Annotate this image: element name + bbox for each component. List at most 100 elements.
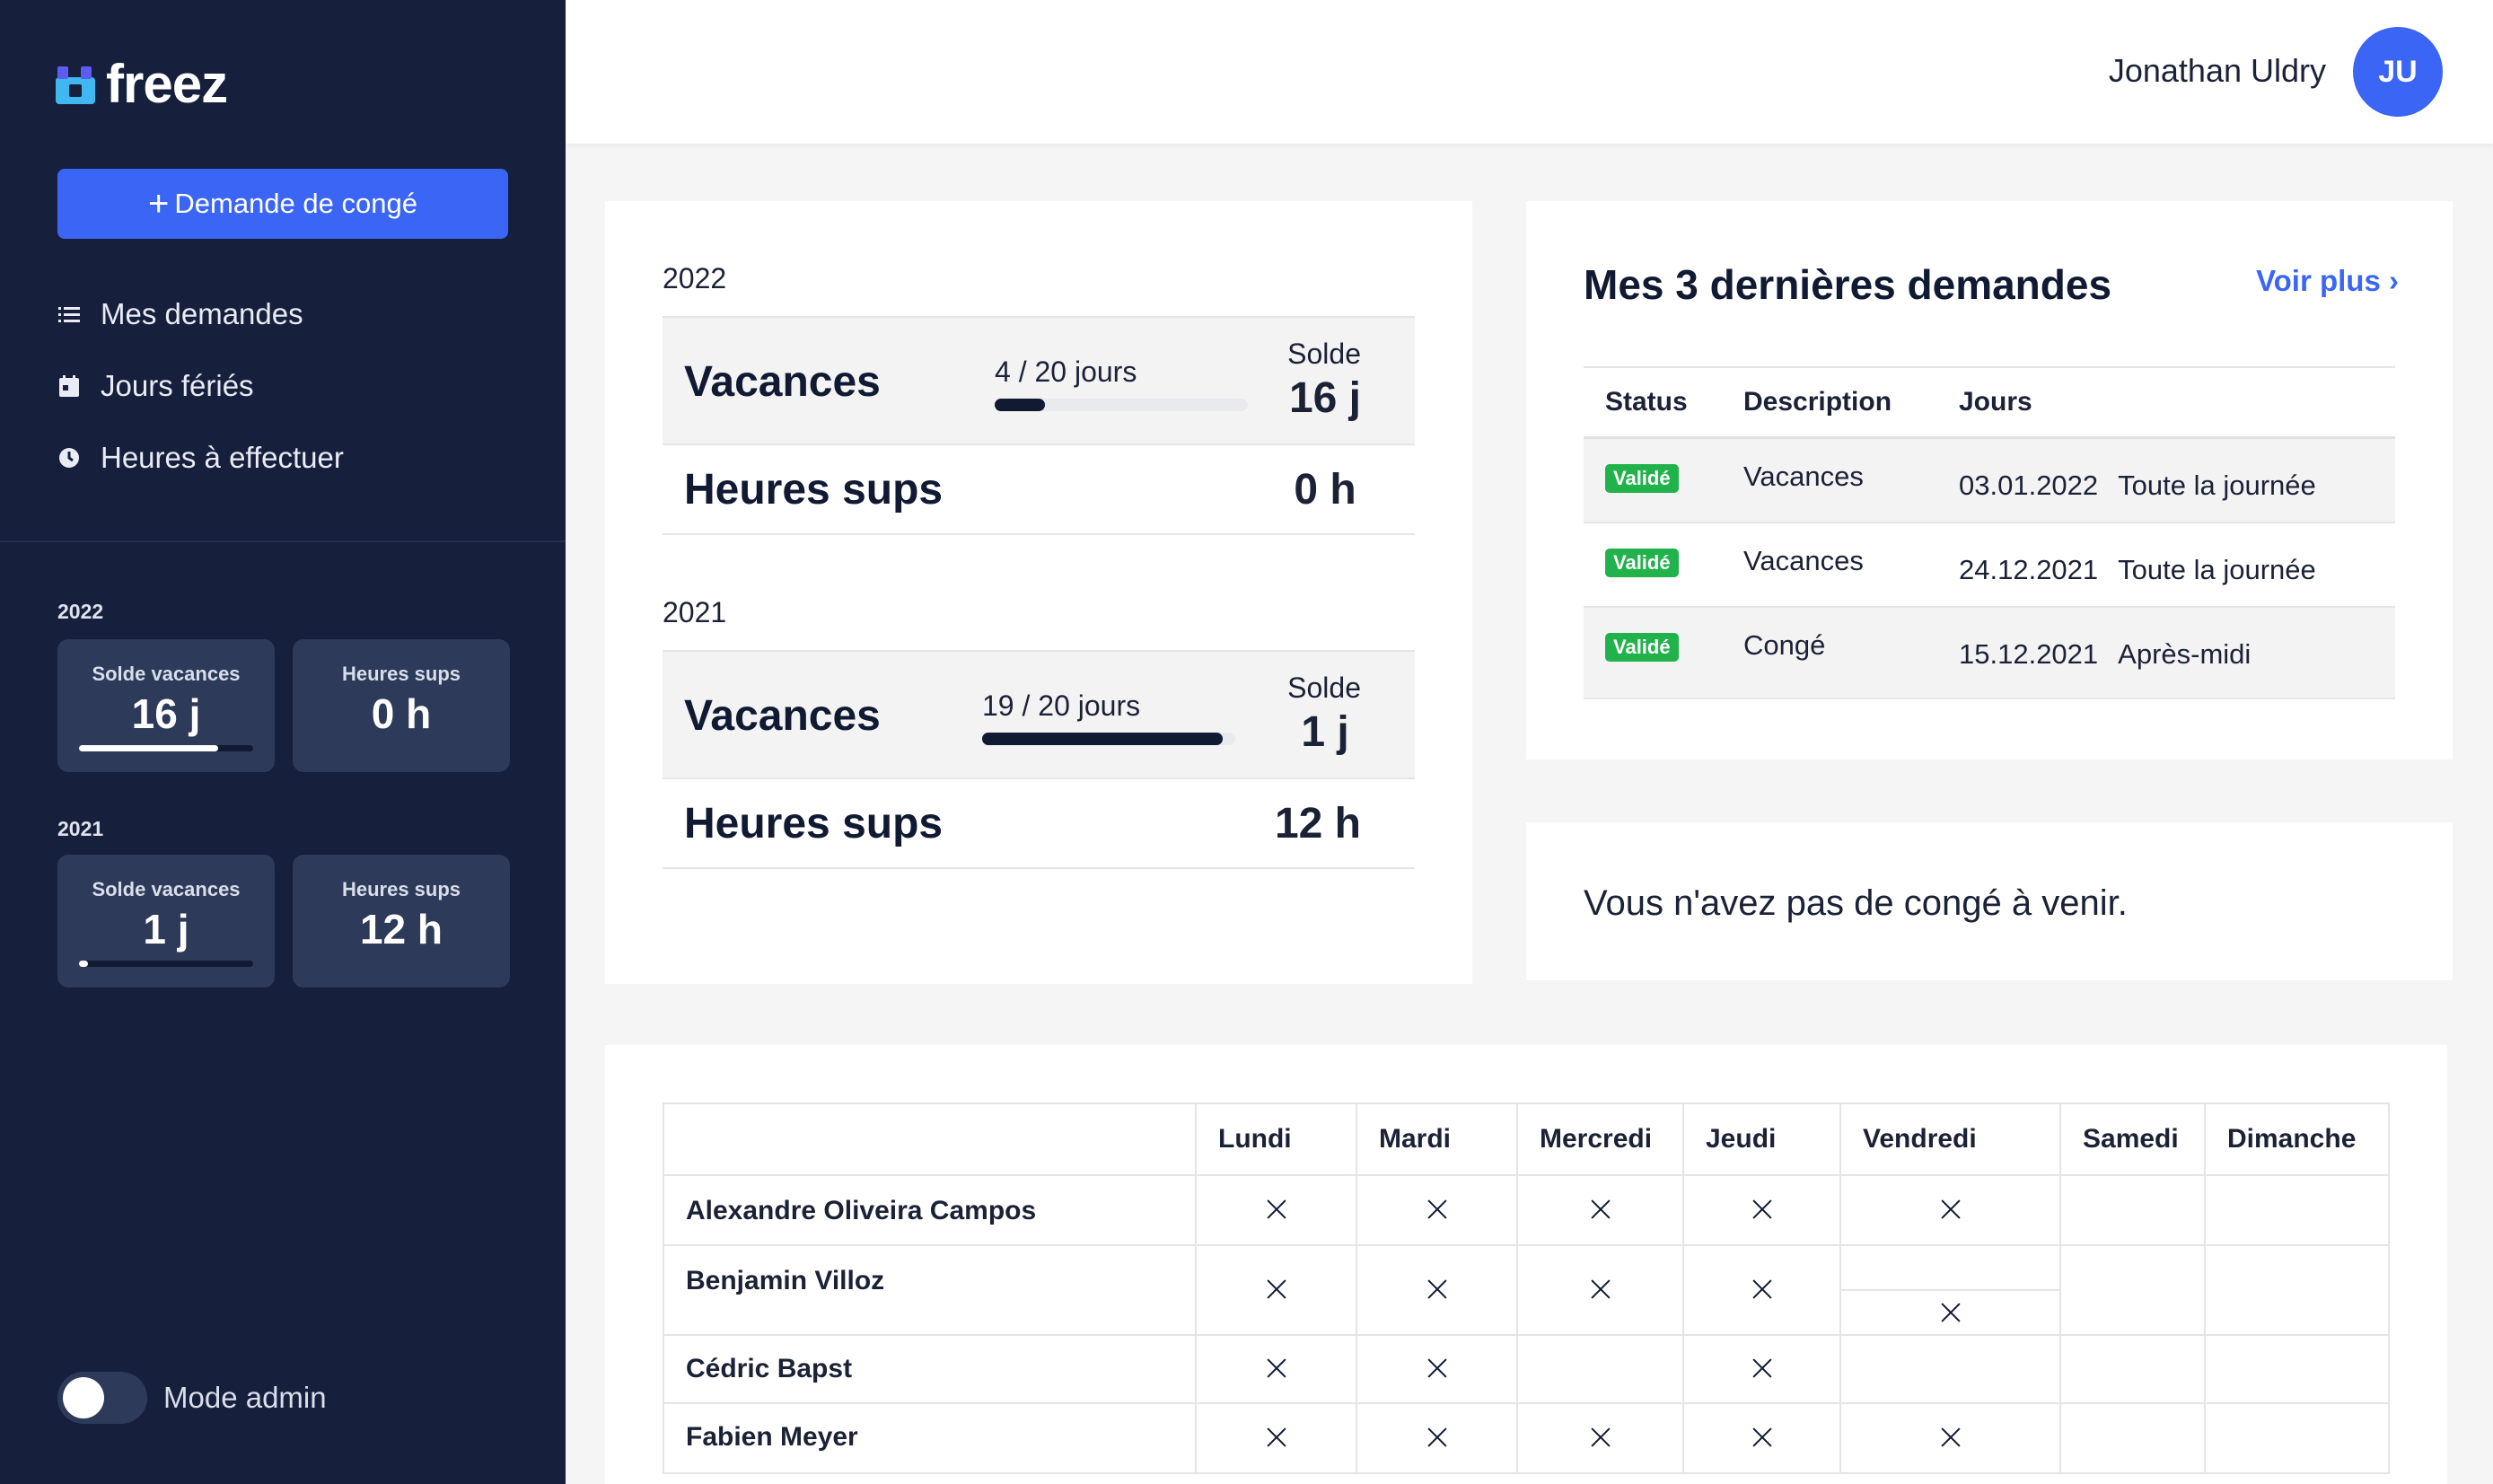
- recent-requests-title: Mes 3 dernières demandes: [1584, 261, 2112, 308]
- vacances-row: Vacances 4 / 20 jours Solde 16 j: [663, 316, 1415, 445]
- request-period: Toute la journée: [2118, 470, 2316, 501]
- request-period: Après-midi: [2118, 638, 2252, 670]
- solde-value: 16 j: [1288, 374, 1361, 422]
- col-day: Samedi: [2059, 1102, 2206, 1176]
- sidebar-solde-card: Solde vacances 1 j: [57, 855, 275, 988]
- request-description: Vacances: [1743, 461, 1864, 492]
- afternoon-slot: [1841, 1291, 2059, 1334]
- admin-mode-label: Mode admin: [163, 1381, 327, 1414]
- col-day: Mardi: [1356, 1102, 1518, 1176]
- absent-icon: [1940, 1302, 1962, 1323]
- vacances-title: Vacances: [684, 692, 881, 740]
- solde-label: Solde: [1287, 672, 1361, 704]
- table-row[interactable]: Benjamin Villoz: [663, 1244, 2390, 1336]
- person-name: Cédric Bapst: [663, 1334, 1197, 1404]
- user-name[interactable]: Jonathan Uldry: [2109, 52, 2326, 90]
- person-name: Fabien Meyer: [663, 1402, 1197, 1474]
- app-name: freez: [106, 54, 228, 114]
- vacances-title: Vacances: [684, 358, 881, 406]
- requests-table: Status Description Jours Validé Vacances…: [1584, 366, 2395, 699]
- vacances-row: Vacances 19 / 20 jours Solde 1 j: [663, 650, 1415, 779]
- col-day: Lundi: [1195, 1102, 1357, 1176]
- voir-plus-label: Voir plus: [2256, 264, 2381, 297]
- absent-icon: [1751, 1357, 1773, 1379]
- heures-sups-title: Heures sups: [684, 800, 944, 847]
- upcoming-leave-panel: Vous n'avez pas de congé à venir.: [1526, 822, 2453, 980]
- sidebar-item-jours-feries[interactable]: Jours fériés: [57, 350, 344, 422]
- balance-year: 2022: [663, 262, 727, 294]
- days-used: 4 / 20 jours: [995, 356, 1137, 388]
- heures-sups-title: Heures sups: [684, 466, 944, 514]
- heures-sups-row: Heures sups 12 h: [663, 779, 1415, 869]
- voir-plus-link[interactable]: Voir plus ›: [2256, 264, 2399, 298]
- sidebar: freez + Demande de congé Mes demandes Jo…: [0, 0, 566, 1484]
- hs-value: 0 h: [371, 690, 432, 737]
- col-jours: Jours: [1937, 366, 2395, 439]
- absent-icon: [1426, 1357, 1448, 1379]
- col-description: Description: [1722, 366, 1937, 439]
- absent-icon: [1266, 1278, 1287, 1300]
- request-date: 03.01.2022: [1959, 470, 2099, 501]
- request-description: Vacances: [1743, 545, 1864, 576]
- sidebar-solde-card: Solde vacances 16 j: [57, 639, 275, 772]
- app-logo[interactable]: freez: [56, 54, 228, 114]
- absent-icon: [1590, 1199, 1611, 1220]
- table-row[interactable]: Validé Vacances 24.12.2021 Toute la journ…: [1584, 522, 2395, 608]
- col-day: Jeudi: [1682, 1102, 1841, 1176]
- absent-icon: [1426, 1278, 1448, 1300]
- table-row[interactable]: Alexandre Oliveira Campos: [663, 1174, 2390, 1246]
- solde-value: 1 j: [143, 906, 189, 953]
- person-name: Alexandre Oliveira Campos: [663, 1174, 1197, 1246]
- new-leave-request-label: Demande de congé: [174, 188, 417, 219]
- absent-icon: [1426, 1199, 1448, 1220]
- sidebar-divider: [0, 540, 566, 542]
- absent-icon: [1940, 1427, 1962, 1448]
- absent-icon: [1590, 1427, 1611, 1448]
- sidebar-item-mes-demandes[interactable]: Mes demandes: [57, 278, 344, 350]
- chevron-right-icon: ›: [2389, 264, 2399, 297]
- recent-requests-panel: Mes 3 dernières demandes Voir plus › Sta…: [1526, 201, 2453, 760]
- solde-progress-bar: [79, 961, 253, 967]
- solde-label: Solde vacances: [92, 878, 241, 900]
- person-name: Benjamin Villoz: [663, 1244, 1197, 1336]
- hs-value: 12 h: [359, 906, 443, 953]
- sidebar-nav: Mes demandes Jours fériés Heures à effec…: [57, 278, 344, 494]
- solde-label: Solde: [1287, 338, 1361, 370]
- avatar[interactable]: JU: [2353, 27, 2443, 117]
- col-name: [663, 1102, 1197, 1176]
- status-badge: Validé: [1605, 549, 1679, 577]
- status-badge: Validé: [1605, 464, 1679, 493]
- sidebar-year-label: 2021: [57, 817, 104, 840]
- table-row[interactable]: Validé Vacances 03.01.2022 Toute la journ…: [1584, 437, 2395, 523]
- freez-logo-icon: [56, 65, 95, 104]
- table-row[interactable]: Fabien Meyer: [663, 1402, 2390, 1474]
- new-leave-request-button[interactable]: + Demande de congé: [57, 169, 508, 239]
- team-week-panel: Lundi Mardi Mercredi Jeudi Vendredi Same…: [605, 1045, 2447, 1484]
- table-row[interactable]: Cédric Bapst: [663, 1334, 2390, 1404]
- request-date: 15.12.2021: [1959, 638, 2099, 670]
- sidebar-item-heures[interactable]: Heures à effectuer: [57, 422, 344, 494]
- request-period: Toute la journée: [2118, 554, 2316, 585]
- sidebar-item-label: Jours fériés: [101, 369, 254, 402]
- admin-mode-toggle[interactable]: [57, 1372, 147, 1424]
- admin-mode: Mode admin: [57, 1372, 327, 1424]
- absent-icon: [1426, 1427, 1448, 1448]
- no-upcoming-leave-message: Vous n'avez pas de congé à venir.: [1584, 883, 2128, 923]
- morning-slot: [1841, 1246, 2059, 1291]
- col-day: Vendredi: [1839, 1102, 2061, 1176]
- col-day: Mercredi: [1516, 1102, 1684, 1176]
- vacances-progress-bar: [982, 733, 1235, 745]
- team-week-table: Lundi Mardi Mercredi Jeudi Vendredi Same…: [663, 1102, 2390, 1474]
- heures-sups-row: Heures sups 0 h: [663, 445, 1415, 535]
- table-row[interactable]: Validé Congé 15.12.2021 Après-midi: [1584, 607, 2395, 699]
- col-day: Dimanche: [2204, 1102, 2390, 1176]
- absent-icon: [1940, 1199, 1962, 1220]
- vacances-progress-bar: [995, 399, 1248, 411]
- absent-icon: [1751, 1278, 1773, 1300]
- absent-icon: [1751, 1199, 1773, 1220]
- top-header: Jonathan Uldry JU: [566, 0, 2493, 144]
- sidebar-hs-card: Heures sups 0 h: [293, 639, 510, 772]
- solde-value: 16 j: [131, 690, 201, 737]
- days-used: 19 / 20 jours: [982, 689, 1141, 722]
- plus-icon: +: [148, 184, 170, 224]
